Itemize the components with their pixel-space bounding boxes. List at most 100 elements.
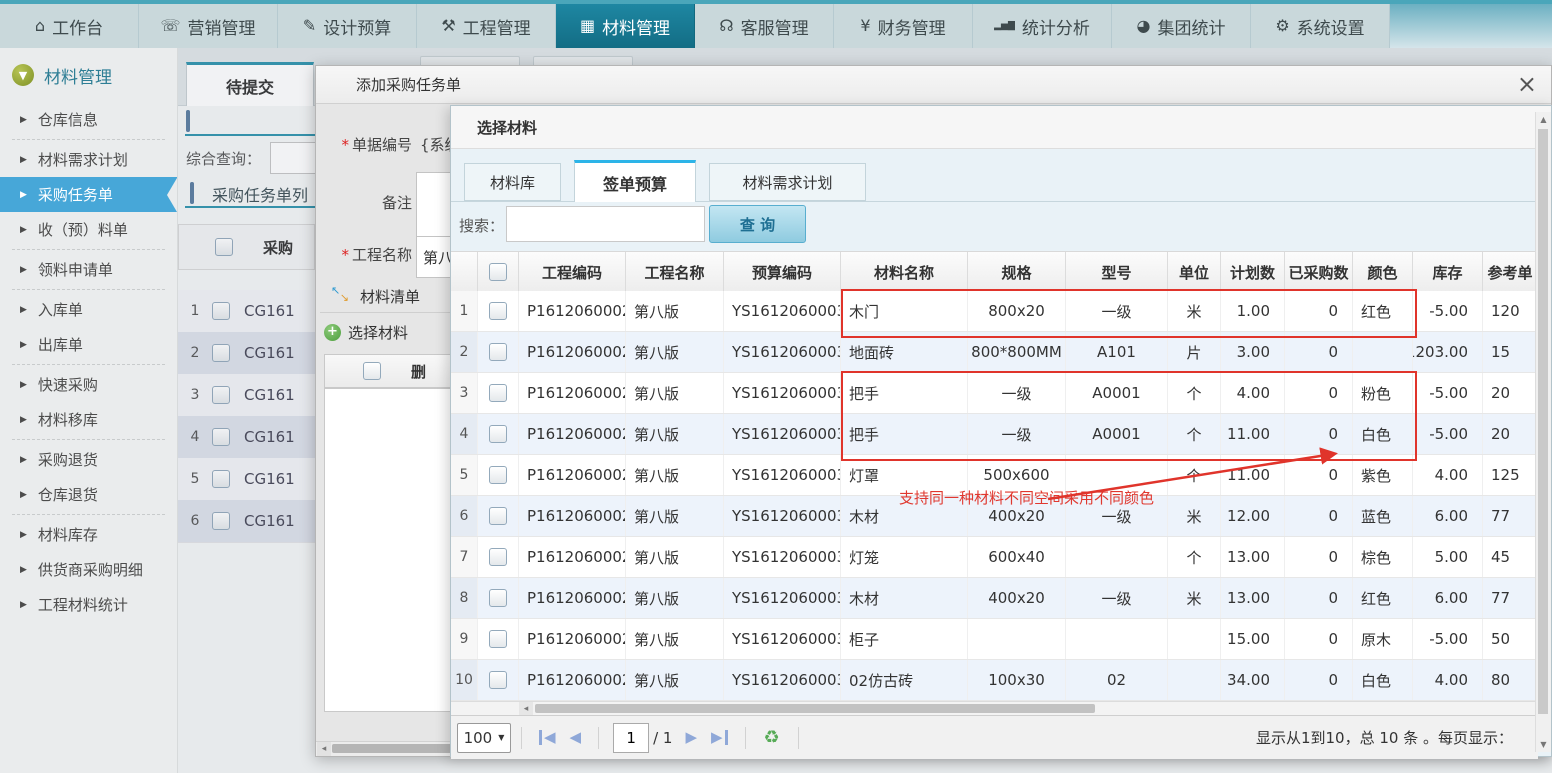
column-header: 单位 xyxy=(1168,252,1221,292)
material-table-header: 工程编码工程名称预算编码材料名称规格型号单位计划数已采购数颜色库存参考单 xyxy=(451,251,1538,293)
row-checkbox[interactable] xyxy=(489,343,507,361)
sidebar-item[interactable]: ▶采购任务单 xyxy=(0,177,177,212)
row-checkbox[interactable] xyxy=(489,466,507,484)
table-cell: 02仿古砖 xyxy=(841,660,968,700)
sidebar-item[interactable]: ▶材料库存 xyxy=(0,517,177,552)
table-cell: 13.00 xyxy=(1221,578,1285,618)
vertical-scrollbar[interactable]: ▲ ▼ xyxy=(1535,112,1551,752)
table-cell: P1612060002 xyxy=(519,455,626,495)
sidebar-header[interactable]: ▼ 材料管理 xyxy=(0,48,177,102)
query-button[interactable]: 查 询 xyxy=(709,205,806,243)
top-nav-bar: ⌂工作台☏营销管理✎设计预算⚒工程管理▦材料管理☊客服管理¥财务管理▂▅▇统计分… xyxy=(0,0,1552,48)
table-row[interactable]: 7P1612060002第八版YS1612060003灯笼600x40个13.0… xyxy=(451,537,1538,578)
select-all-checkbox[interactable] xyxy=(489,263,507,281)
nav-tab-team[interactable]: ⚒工程管理 xyxy=(417,4,556,48)
table-horizontal-scrollbar[interactable]: ◂ xyxy=(451,701,1538,716)
select-all-checkbox[interactable] xyxy=(363,362,381,380)
column-header: 材料名称 xyxy=(841,252,968,292)
first-page-icon[interactable]: ◀ xyxy=(539,730,556,745)
sidebar-item[interactable]: ▶领料申请单 xyxy=(0,252,177,287)
sidebar-item[interactable]: ▶出库单 xyxy=(0,327,177,362)
row-checkbox[interactable] xyxy=(489,425,507,443)
table-row[interactable]: 2P1612060002第八版YS1612060003地面砖800*800MMA… xyxy=(451,332,1538,373)
row-checkbox[interactable] xyxy=(489,507,507,525)
row-checkbox[interactable] xyxy=(489,548,507,566)
sidebar-item[interactable]: ▶入库单 xyxy=(0,292,177,327)
table-cell: 0 xyxy=(1285,537,1353,577)
scrollbar-thumb[interactable] xyxy=(1538,129,1548,714)
row-checkbox[interactable] xyxy=(489,589,507,607)
scroll-left-icon[interactable]: ◂ xyxy=(519,702,533,716)
caret-right-icon: ▶ xyxy=(20,415,27,425)
page-number-input[interactable] xyxy=(613,723,649,753)
scroll-up-icon[interactable]: ▲ xyxy=(1536,112,1551,127)
nav-tab-chart[interactable]: ▂▅▇统计分析 xyxy=(973,4,1112,48)
row-checkbox[interactable] xyxy=(489,630,507,648)
dialog-header: 选择材料 xyxy=(451,106,1551,149)
scroll-left-icon[interactable]: ◂ xyxy=(317,742,331,756)
nav-tab-edit[interactable]: ✎设计预算 xyxy=(278,4,417,48)
sidebar-item[interactable]: ▶仓库退货 xyxy=(0,477,177,512)
divider xyxy=(798,727,799,749)
table-cell: 米 xyxy=(1168,496,1221,536)
scroll-down-icon[interactable]: ▼ xyxy=(1536,737,1551,752)
nav-tab-label: 客服管理 xyxy=(741,14,809,39)
nav-tab-label: 财务管理 xyxy=(878,14,946,39)
table-cell: P1612060002 xyxy=(519,291,626,331)
nav-tab-pie[interactable]: ◕集团统计 xyxy=(1112,4,1251,48)
row-checkbox[interactable] xyxy=(489,671,507,689)
expand-arrows-icon[interactable]: ↖↘ xyxy=(331,285,349,303)
sidebar-item[interactable]: ▶仓库信息 xyxy=(0,102,177,137)
sidebar-item[interactable]: ▶收（预）料单 xyxy=(0,212,177,247)
sidebar-item[interactable]: ▶材料移库 xyxy=(0,402,177,437)
table-cell: 个 xyxy=(1168,455,1221,495)
last-page-icon[interactable]: ▶ xyxy=(711,730,728,745)
divider xyxy=(521,727,522,749)
table-row[interactable]: 10P1612060002第八版YS161206000302仿古砖100x300… xyxy=(451,660,1538,701)
nav-tab-gear[interactable]: ⚙系统设置 xyxy=(1251,4,1390,48)
page-size-select[interactable]: 100 ▼ xyxy=(457,723,511,753)
row-number: 10 xyxy=(451,660,478,700)
table-cell: 0 xyxy=(1285,414,1353,454)
tab-material-library[interactable]: 材料库 xyxy=(464,163,561,201)
row-checkbox[interactable] xyxy=(489,302,507,320)
tab-material-demand-plan[interactable]: 材料需求计划 xyxy=(709,163,866,201)
close-icon[interactable]: × xyxy=(1517,70,1537,98)
nav-tab-yen[interactable]: ¥财务管理 xyxy=(834,4,973,48)
table-row[interactable]: 4P1612060002第八版YS1612060003把手一级A0001个11.… xyxy=(451,414,1538,455)
doc-no-label: *单据编号 xyxy=(316,134,412,155)
pagination-bar: 100 ▼ ◀ ◀ / 1 ▶ ▶ ♻ 显示从1到10，总 10 条 。每页显示… xyxy=(451,715,1538,759)
table-row[interactable]: 9P1612060002第八版YS1612060003柜子15.000原木-5.… xyxy=(451,619,1538,660)
caret-right-icon: ▶ xyxy=(20,305,27,315)
material-list-label: 材料清单 xyxy=(360,286,420,307)
search-input[interactable] xyxy=(506,206,705,242)
nav-tab-chat[interactable]: ☏营销管理 xyxy=(139,4,278,48)
sidebar-item-label: 采购退货 xyxy=(38,449,98,470)
sidebar-item[interactable]: ▶材料需求计划 xyxy=(0,142,177,177)
prev-page-icon[interactable]: ◀ xyxy=(570,730,582,745)
sidebar-item[interactable]: ▶工程材料统计 xyxy=(0,587,177,622)
table-cell: 800x20 xyxy=(968,291,1066,331)
table-row[interactable]: 1P1612060002第八版YS1612060003木门800x20一级米1.… xyxy=(451,291,1538,332)
scrollbar-thumb[interactable] xyxy=(535,704,1095,713)
divider xyxy=(12,439,165,440)
tab-signed-budget[interactable]: 签单预算 xyxy=(574,160,696,202)
table-cell: 地面砖 xyxy=(841,332,968,372)
table-row[interactable]: 8P1612060002第八版YS1612060003木材400x20一级米13… xyxy=(451,578,1538,619)
row-select-cell xyxy=(478,496,519,536)
nav-tab-grid[interactable]: ▦材料管理 xyxy=(556,4,695,48)
sidebar-item[interactable]: ▶快速采购 xyxy=(0,367,177,402)
sidebar: ▼ 材料管理 ▶仓库信息 ▶材料需求计划▶采购任务单▶收（预）料单 ▶领料申请单 ▶入… xyxy=(0,48,178,773)
select-material-button[interactable]: + 选择材料 xyxy=(324,322,408,343)
table-row[interactable]: 3P1612060002第八版YS1612060003把手一级A0001个4.0… xyxy=(451,373,1538,414)
refresh-icon[interactable]: ♻ xyxy=(764,727,780,748)
next-page-icon[interactable]: ▶ xyxy=(685,730,697,745)
table-cell: YS1612060003 xyxy=(724,578,841,618)
nav-tab-headset[interactable]: ☊客服管理 xyxy=(695,4,834,48)
nav-tab-home[interactable]: ⌂工作台 xyxy=(0,4,139,48)
table-cell: 米 xyxy=(1168,578,1221,618)
sidebar-item[interactable]: ▶供货商采购明细 xyxy=(0,552,177,587)
table-cell: 0 xyxy=(1285,291,1353,331)
sidebar-item[interactable]: ▶采购退货 xyxy=(0,442,177,477)
row-checkbox[interactable] xyxy=(489,384,507,402)
